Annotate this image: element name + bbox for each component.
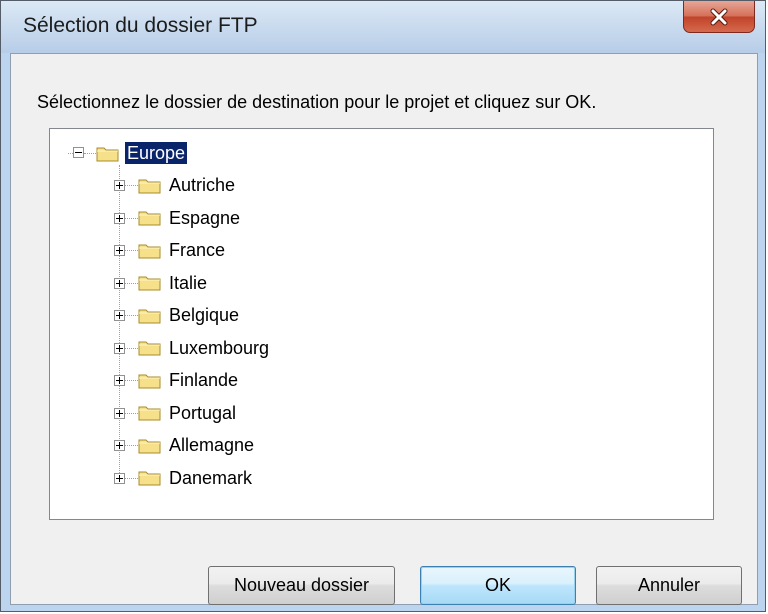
tree-connector [125,282,138,284]
tree-item-allemagne[interactable]: Allemagne [138,429,256,461]
tree-item-italie[interactable]: Italie [138,267,209,299]
expand-finlande[interactable] [114,375,125,386]
dialog-title: Sélection du dossier FTP [23,14,258,37]
ok-button[interactable]: OK [420,566,576,605]
expand-espagne[interactable] [114,212,125,224]
dialog-window: Sélection du dossier FTP Sélectionnez le… [0,0,766,612]
tree-item-label: Autriche [169,175,236,195]
tree-connector [125,347,138,349]
title-bar[interactable]: Sélection du dossier FTP [1,1,765,53]
plus-expander-icon [116,312,123,319]
tree-item-label: Luxembourg [169,337,270,358]
expand-luxembourg[interactable] [114,342,125,354]
tree-item-label: Espagne [169,207,241,228]
plus-expander-icon [116,279,123,287]
folder-icon [138,211,161,226]
expand-belgique[interactable] [114,310,125,321]
tree-connector [125,315,138,316]
tree-item-label: Portugal [169,402,237,423]
new-folder-button[interactable]: Nouveau dossier [208,566,395,605]
plus-expander-icon [116,344,123,352]
plus-expander-icon [116,214,123,222]
folder-tree[interactable]: Europe Autriche Espagne France Italie Belgiq… [49,128,714,520]
folder-icon [138,179,161,193]
tree-item-label: Finlande [169,370,239,390]
expand-danemark[interactable] [114,472,125,484]
folder-icon [138,276,161,291]
plus-expander-icon [116,182,123,189]
instruction-text: Sélectionnez le dossier de destination p… [37,92,597,112]
tree-connector [125,412,138,414]
tree-item-label: Allemagne [169,435,255,455]
cancel-button[interactable]: Annuler [596,566,742,605]
expand-allemagne[interactable] [114,440,125,451]
tree-item-espagne[interactable]: Espagne [138,202,242,234]
tree-connector [125,185,138,186]
expand-portugal[interactable] [114,407,125,419]
expand-italie[interactable] [114,277,125,289]
close-icon [710,8,728,25]
tree-item-finlande[interactable]: Finlande [138,364,240,396]
collapse-europe[interactable] [73,147,84,158]
tree-item-label: Europe [125,142,188,164]
tree-connector [84,153,96,154]
plus-expander-icon [116,474,123,482]
expand-autriche[interactable] [114,180,125,191]
folder-icon [138,439,161,453]
close-button[interactable] [683,1,755,33]
tree-item-label: Belgique [169,305,240,325]
minus-expander-icon [75,152,82,153]
plus-expander-icon [116,377,123,384]
tree-connector [125,477,138,479]
folder-icon [138,374,161,388]
tree-connector [125,250,138,251]
folder-icon [96,147,119,161]
tree-connector [125,217,138,219]
expand-france[interactable] [114,245,125,256]
tree-item-autriche[interactable]: Autriche [138,169,237,201]
plus-expander-icon [116,442,123,449]
tree-item-portugal[interactable]: Portugal [138,397,238,429]
plus-expander-icon [116,409,123,417]
dialog-body: Sélectionnez le dossier de destination p… [10,53,758,605]
tree-item-luxembourg[interactable]: Luxembourg [138,332,271,364]
tree-connector [125,380,138,381]
plus-expander-icon [116,247,123,254]
folder-icon [138,309,161,323]
folder-icon [138,471,161,486]
tree-connector [125,445,138,446]
tree-item-belgique[interactable]: Belgique [138,299,241,331]
tree-item-label: Italie [169,272,208,293]
tree-item-label: France [169,240,226,260]
folder-icon [138,406,161,421]
tree-item-france[interactable]: France [138,234,227,266]
folder-icon [138,244,161,258]
folder-icon [138,341,161,356]
tree-item-europe[interactable]: Europe [96,137,188,169]
tree-item-label: Danemark [169,467,253,488]
tree-item-danemark[interactable]: Danemark [138,462,254,494]
